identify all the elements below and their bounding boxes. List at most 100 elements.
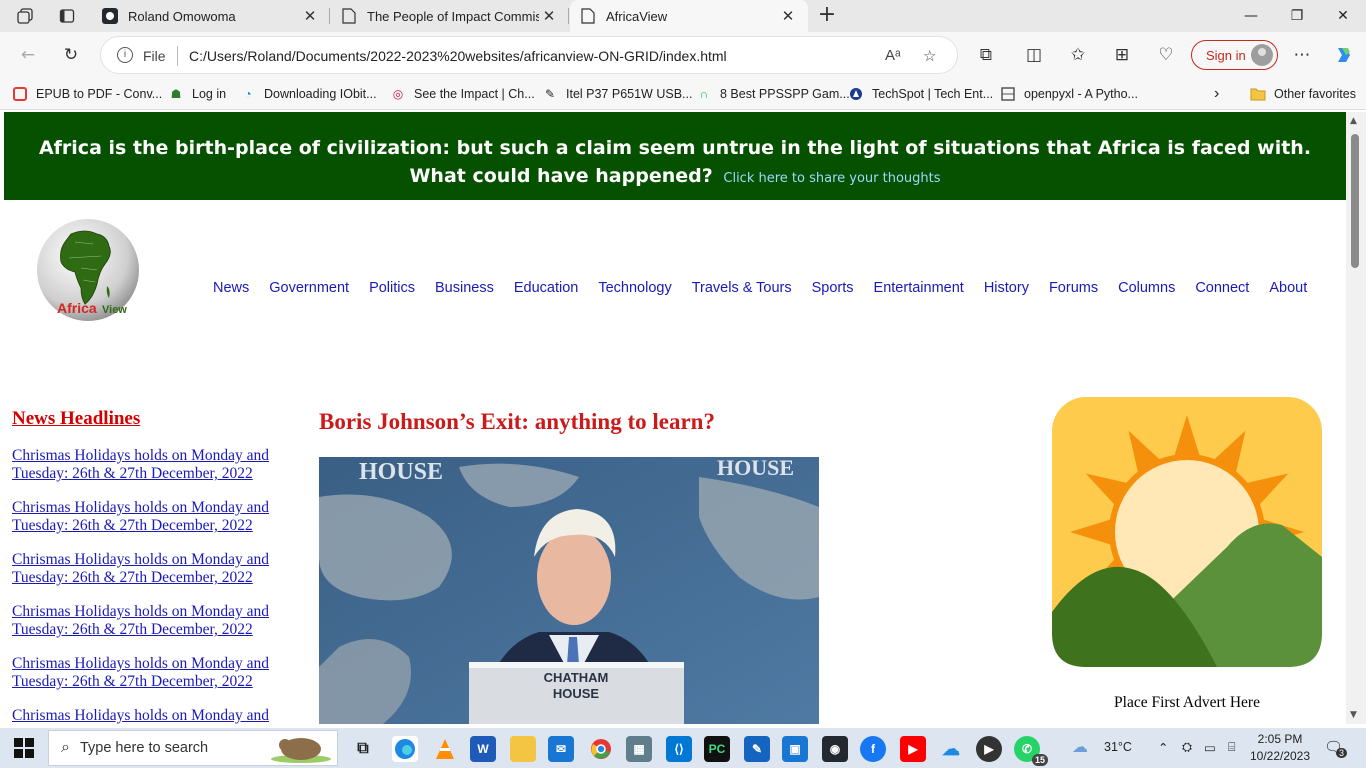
favorite-itel[interactable]: ✎ Itel P37 P651W USB...: [542, 85, 692, 103]
pycharm-taskbar-icon[interactable]: PC: [704, 736, 730, 762]
favorite-techspot[interactable]: TechSpot | Tech Ent...: [848, 85, 993, 103]
word-taskbar-icon[interactable]: W: [470, 736, 496, 762]
notepad-taskbar-icon[interactable]: ✎: [744, 736, 770, 762]
search-highlight-icon: [271, 733, 331, 763]
nav-forums[interactable]: Forums: [1049, 280, 1098, 296]
performance-icon[interactable]: ♡: [1152, 42, 1180, 68]
tab-people-of-impact[interactable]: The People of Impact Commissio ✕: [331, 0, 569, 32]
photos-taskbar-icon[interactable]: ☁: [938, 736, 964, 762]
facebook-taskbar-icon[interactable]: f: [860, 736, 886, 762]
close-window-button[interactable]: ✕: [1320, 0, 1366, 32]
network-icon[interactable]: ⌸: [1228, 740, 1236, 755]
advert-placeholder-image[interactable]: [1052, 397, 1322, 667]
scroll-down-icon[interactable]: ▼: [1350, 710, 1357, 720]
notifications-icon[interactable]: 🗨 3: [1324, 738, 1348, 758]
browser-toolbar: ← ↻ i File C:/Users/Roland/Documents/202…: [0, 32, 1366, 78]
scroll-up-icon[interactable]: ▲: [1350, 116, 1357, 126]
new-tab-button[interactable]: +: [815, 4, 839, 28]
nav-news[interactable]: News: [213, 280, 249, 296]
tab-roland[interactable]: Roland Omowoma ✕: [92, 0, 330, 32]
restore-button[interactable]: ❐: [1274, 0, 1320, 32]
favorites-overflow-chevron-icon[interactable]: ›: [1214, 85, 1219, 103]
favorite-epub[interactable]: EPUB to PDF - Conv...: [12, 85, 162, 103]
tab-title: The People of Impact Commissio: [367, 8, 539, 24]
nav-government[interactable]: Government: [269, 280, 349, 296]
back-button[interactable]: ←: [14, 42, 42, 68]
close-tab-icon[interactable]: ✕: [539, 7, 559, 25]
headline-link[interactable]: Chrismas Holidays holds on Monday and Tu…: [12, 655, 292, 691]
nav-politics[interactable]: Politics: [369, 280, 415, 296]
favorite-iobit[interactable]: ◔ Downloading IObit...: [240, 85, 376, 103]
taskbar-search-box[interactable]: ⌕ Type here to search: [48, 730, 338, 766]
close-tab-icon[interactable]: ✕: [778, 7, 798, 25]
scrollbar-thumb[interactable]: [1351, 134, 1359, 268]
other-favorites[interactable]: Other favorites: [1250, 85, 1356, 103]
headline-link[interactable]: Chrismas Holidays holds on Monday and Tu…: [12, 447, 292, 483]
weather-temperature[interactable]: 31°C: [1104, 740, 1132, 754]
store-taskbar-icon[interactable]: ▣: [782, 736, 808, 762]
windows-start-icon[interactable]: [14, 738, 34, 758]
close-tab-icon[interactable]: ✕: [300, 7, 320, 25]
mail-taskbar-icon[interactable]: ✉: [548, 736, 574, 762]
nav-sports[interactable]: Sports: [812, 280, 854, 296]
headline-link[interactable]: Chrismas Holidays holds on Monday and Tu…: [12, 551, 292, 587]
address-bar[interactable]: i File C:/Users/Roland/Documents/2022-20…: [100, 36, 958, 74]
refresh-button[interactable]: ↻: [57, 42, 85, 68]
sign-in-button[interactable]: Sign in: [1191, 40, 1278, 70]
banner-question: What could have happened?: [409, 165, 713, 187]
tab-africaview[interactable]: AfricaView ✕: [570, 0, 808, 32]
nav-about[interactable]: About: [1269, 280, 1307, 296]
system-clock[interactable]: 2:05 PM 10/22/2023: [1248, 731, 1312, 765]
more-menu-icon[interactable]: ⋯: [1288, 42, 1316, 68]
nav-columns[interactable]: Columns: [1118, 280, 1175, 296]
favorites-icon[interactable]: ✩: [1064, 42, 1092, 68]
vlc-taskbar-icon[interactable]: [432, 736, 458, 762]
whatsapp-taskbar-icon[interactable]: ✆ 15: [1014, 736, 1048, 766]
task-view-icon[interactable]: ⧉: [350, 736, 376, 762]
split-screen-icon[interactable]: ◫: [1020, 42, 1048, 68]
headline-link[interactable]: Chrismas Holidays holds on Monday and Tu…: [12, 603, 292, 639]
calculator-taskbar-icon[interactable]: ▦: [626, 736, 652, 762]
copilot-icon[interactable]: [1330, 42, 1358, 68]
page-scrollbar[interactable]: ▲ ▼: [1346, 112, 1366, 724]
nav-business[interactable]: Business: [435, 280, 494, 296]
edge-taskbar-icon[interactable]: [392, 736, 418, 762]
headlines-title[interactable]: News Headlines: [12, 408, 292, 430]
share-thoughts-link[interactable]: Click here to share your thoughts: [723, 171, 940, 186]
nav-travels-tours[interactable]: Travels & Tours: [692, 280, 792, 296]
github-desktop-icon[interactable]: ◉: [822, 736, 848, 762]
read-aloud-icon[interactable]: Aᵃ: [885, 47, 901, 64]
tray-app-icon[interactable]: ⛭: [1182, 740, 1192, 755]
url-text[interactable]: C:/Users/Roland/Documents/2022-2023%20we…: [189, 48, 727, 64]
tab-actions-icon[interactable]: [56, 5, 78, 27]
file-explorer-icon[interactable]: [510, 736, 536, 762]
media-player-icon[interactable]: ▶: [976, 736, 1002, 762]
chrome-taskbar-icon[interactable]: [588, 736, 614, 762]
info-icon[interactable]: i: [117, 47, 133, 63]
favorite-openpyxl[interactable]: openpyxl - A Pytho...: [1000, 85, 1138, 103]
nav-connect[interactable]: Connect: [1195, 280, 1249, 296]
nav-education[interactable]: Education: [514, 280, 579, 296]
github-favicon-icon: [102, 8, 118, 24]
nav-history[interactable]: History: [984, 280, 1029, 296]
vscode-taskbar-icon[interactable]: ⟨⟩: [666, 736, 692, 762]
collections-icon[interactable]: ⊞: [1108, 42, 1136, 68]
youtube-taskbar-icon[interactable]: ▶: [900, 736, 926, 762]
minimize-button[interactable]: —: [1228, 0, 1274, 32]
nav-technology[interactable]: Technology: [598, 280, 671, 296]
nav-entertainment[interactable]: Entertainment: [874, 280, 964, 296]
weather-icon[interactable]: ☁: [1072, 737, 1088, 757]
sign-in-label: Sign in: [1206, 47, 1246, 63]
headline-link[interactable]: Chrismas Holidays holds on Monday and: [12, 707, 292, 724]
africaview-logo[interactable]: Africa View: [35, 214, 143, 326]
favorite-star-icon[interactable]: ☆: [923, 47, 936, 65]
tray-chevron-icon[interactable]: ⌃: [1158, 740, 1168, 755]
battery-icon[interactable]: ▭: [1204, 740, 1216, 755]
extensions-icon[interactable]: ⧉: [972, 42, 1000, 68]
favorite-login[interactable]: ☗ Log in: [168, 85, 226, 103]
favorite-impact[interactable]: ◎ See the Impact | Ch...: [390, 85, 535, 103]
headline-link[interactable]: Chrismas Holidays holds on Monday and Tu…: [12, 499, 292, 535]
workspaces-icon[interactable]: [14, 5, 36, 27]
iobit-favicon-icon: ◔: [244, 87, 252, 101]
favorite-ppsspp[interactable]: ∩ 8 Best PPSSPP Gam...: [696, 85, 850, 103]
